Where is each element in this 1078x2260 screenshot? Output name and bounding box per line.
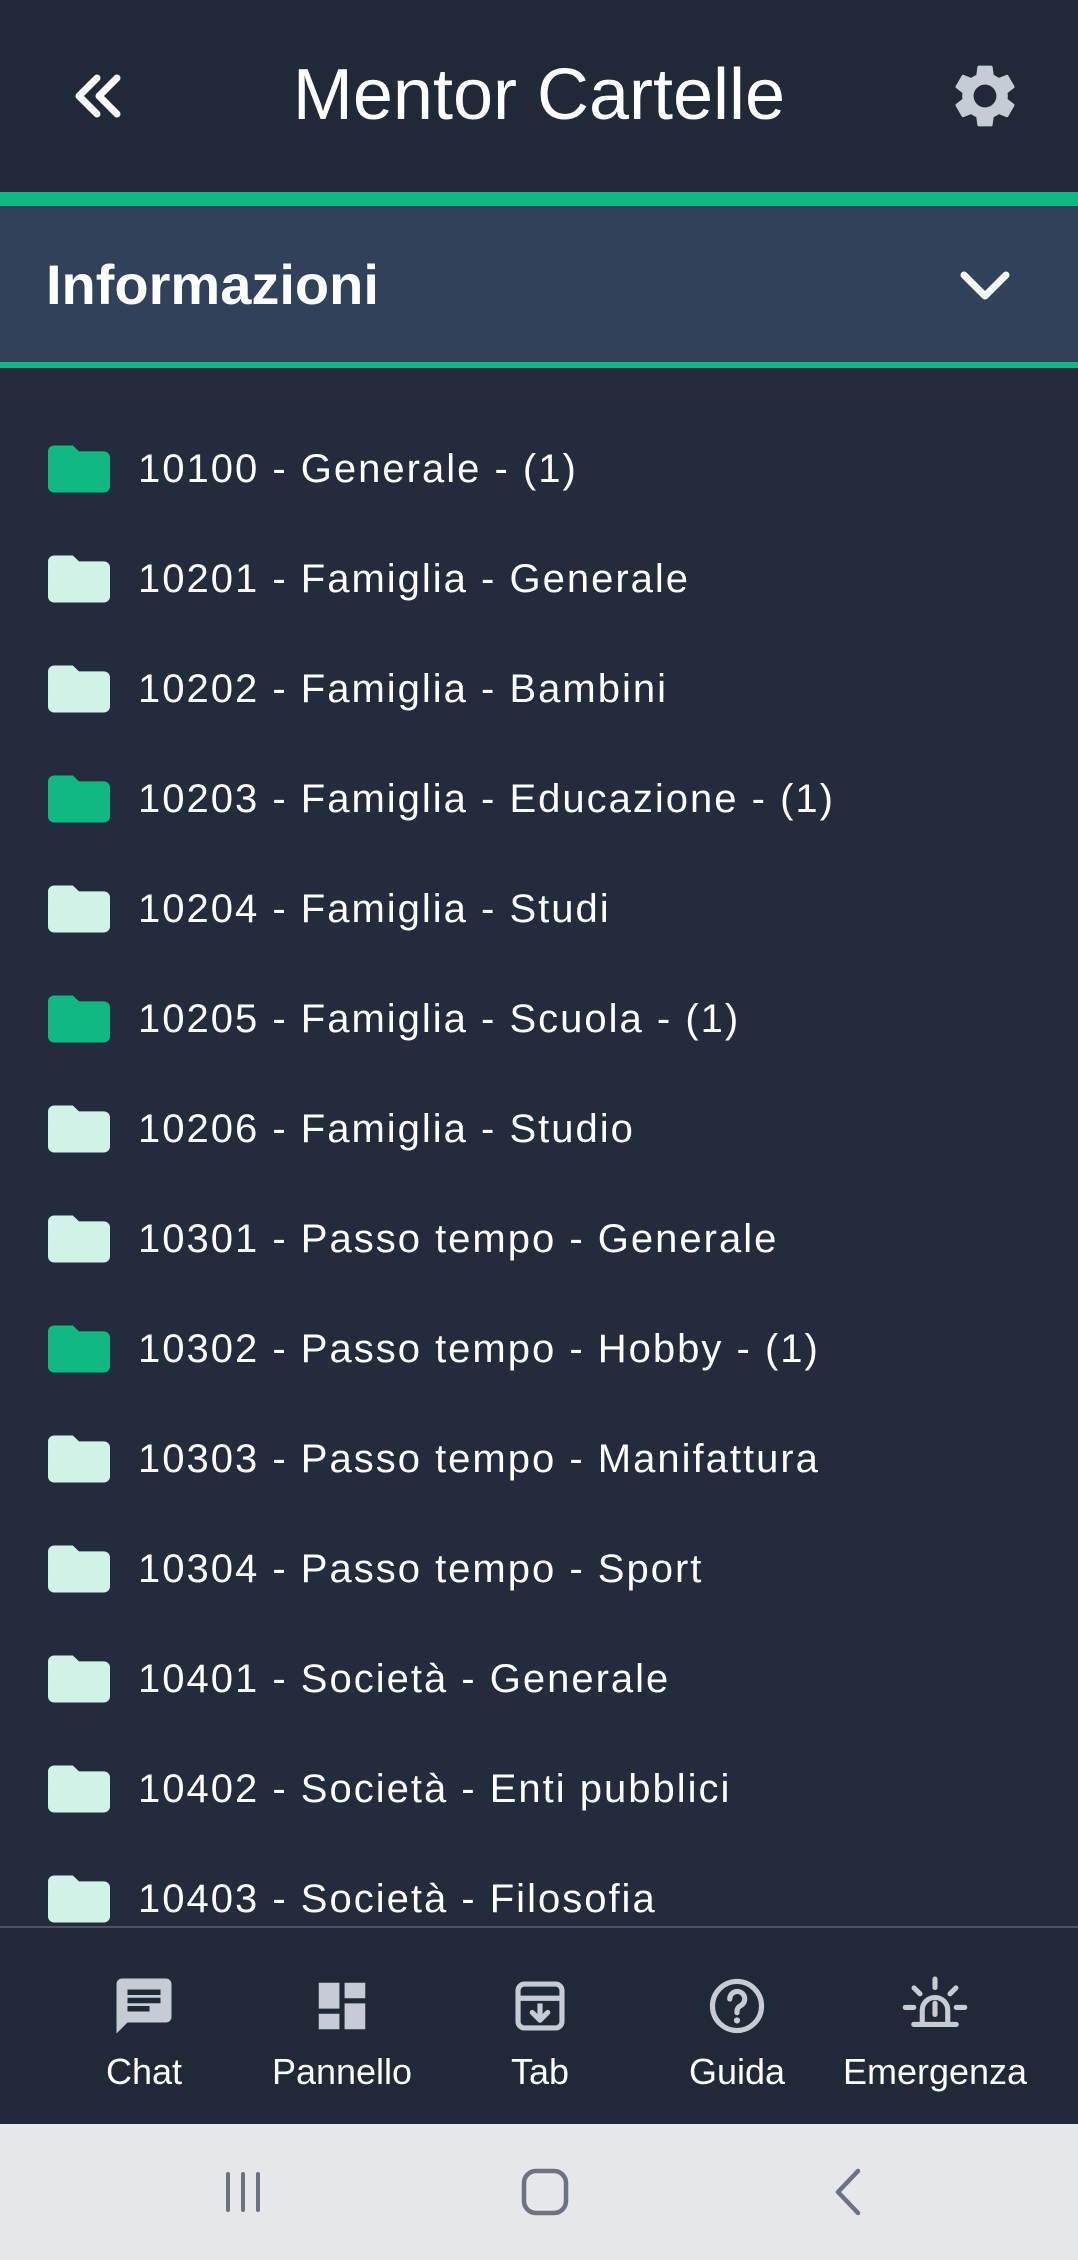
folder-label: 10304 - Passo tempo - Sport <box>138 1547 704 1591</box>
folder-item[interactable]: 10302 - Passo tempo - Hobby - (1) <box>0 1294 1078 1404</box>
folder-label: 10402 - Società - Enti pubblici <box>138 1767 732 1811</box>
back-icon <box>835 2168 861 2216</box>
folder-label: 10204 - Famiglia - Studi <box>138 887 611 931</box>
folder-icon <box>48 664 110 714</box>
folder-label: 10303 - Passo tempo - Manifattura <box>138 1437 820 1481</box>
recent-apps-icon <box>226 2172 260 2212</box>
folder-label: 10203 - Famiglia - Educazione - (1) <box>138 777 835 821</box>
folder-label: 10301 - Passo tempo - Generale <box>138 1217 779 1261</box>
accent-divider-top <box>0 192 1078 206</box>
nav-guida[interactable]: Guida <box>677 1928 797 2124</box>
nav-label-emergenza: Emergenza <box>842 2051 1028 2092</box>
folder-item[interactable]: 10401 - Società - Generale <box>0 1624 1078 1734</box>
system-back-button[interactable] <box>808 2156 888 2228</box>
alarm-light-icon <box>901 1972 969 2040</box>
folder-icon <box>48 1874 110 1924</box>
nav-label-pannello: Pannello <box>271 2051 413 2092</box>
folder-icon <box>48 884 110 934</box>
folder-icon <box>48 1324 110 1374</box>
folder-icon <box>48 1544 110 1594</box>
settings-button[interactable] <box>940 56 1030 136</box>
folder-icon <box>48 1214 110 1264</box>
folder-icon <box>48 554 110 604</box>
folder-item[interactable]: 10202 - Famiglia - Bambini <box>0 634 1078 744</box>
folder-label: 10401 - Società - Generale <box>138 1657 671 1701</box>
folder-item[interactable]: 10203 - Famiglia - Educazione - (1) <box>0 744 1078 854</box>
nav-emergenza[interactable]: Emergenza <box>840 1928 1030 2124</box>
folder-label: 10302 - Passo tempo - Hobby - (1) <box>138 1327 820 1371</box>
home-icon <box>521 2168 569 2216</box>
back-button[interactable] <box>60 58 136 134</box>
folder-label: 10202 - Famiglia - Bambini <box>138 667 668 711</box>
system-nav-bar <box>0 2124 1078 2260</box>
recent-apps-button[interactable] <box>203 2156 283 2228</box>
nav-label-chat: Chat <box>105 2051 183 2092</box>
folder-label: 10206 - Famiglia - Studio <box>138 1107 635 1151</box>
folder-list: 10100 - Generale - (1) 10201 - Famiglia -… <box>0 368 1078 1926</box>
folder-icon <box>48 1104 110 1154</box>
folder-icon <box>48 1654 110 1704</box>
home-button[interactable] <box>505 2156 585 2228</box>
nav-chat[interactable]: Chat <box>94 1928 194 2124</box>
folder-item[interactable]: 10100 - Generale - (1) <box>0 414 1078 524</box>
bottom-nav: Chat Pannello Tab Guida Emergenza <box>0 1928 1078 2124</box>
folder-item[interactable]: 10205 - Famiglia - Scuola - (1) <box>0 964 1078 1074</box>
folder-label: 10201 - Famiglia - Generale <box>138 557 691 601</box>
folder-icon <box>48 774 110 824</box>
section-title: Informazioni <box>46 253 379 316</box>
folder-label: 10403 - Società - Filosofia <box>138 1877 657 1921</box>
page-title: Mentor Cartelle <box>292 55 786 135</box>
folder-item[interactable]: 10402 - Società - Enti pubblici <box>0 1734 1078 1844</box>
nav-label-tab: Tab <box>510 2051 570 2092</box>
folder-item[interactable]: 10301 - Passo tempo - Generale <box>0 1184 1078 1294</box>
folder-item[interactable]: 10201 - Famiglia - Generale <box>0 524 1078 634</box>
folder-icon <box>48 444 110 494</box>
folder-icon <box>48 1764 110 1814</box>
chevron-down-icon <box>960 271 1010 300</box>
folder-item[interactable]: 10304 - Passo tempo - Sport <box>0 1514 1078 1624</box>
chat-icon <box>110 1972 178 2040</box>
folder-label: 10100 - Generale - (1) <box>138 447 578 491</box>
section-header-informazioni[interactable]: Informazioni <box>0 206 1078 362</box>
archive-download-icon <box>506 1972 574 2040</box>
folder-item[interactable]: 10303 - Passo tempo - Manifattura <box>0 1404 1078 1514</box>
help-icon <box>703 1972 771 2040</box>
gear-icon <box>955 65 1015 127</box>
nav-tab[interactable]: Tab <box>490 1928 590 2124</box>
nav-label-guida: Guida <box>688 2051 786 2092</box>
folder-item[interactable]: 10403 - Società - Filosofia <box>0 1844 1078 1926</box>
folder-icon <box>48 1434 110 1484</box>
double-chevron-left-icon <box>75 74 121 118</box>
folder-item[interactable]: 10204 - Famiglia - Studi <box>0 854 1078 964</box>
folder-icon <box>48 994 110 1044</box>
app-header: Mentor Cartelle <box>0 0 1078 192</box>
folder-item[interactable]: 10206 - Famiglia - Studio <box>0 1074 1078 1184</box>
folder-label: 10205 - Famiglia - Scuola - (1) <box>138 997 741 1041</box>
dashboard-icon <box>308 1972 376 2040</box>
section-toggle[interactable] <box>950 252 1020 318</box>
nav-pannello[interactable]: Pannello <box>262 1928 422 2124</box>
